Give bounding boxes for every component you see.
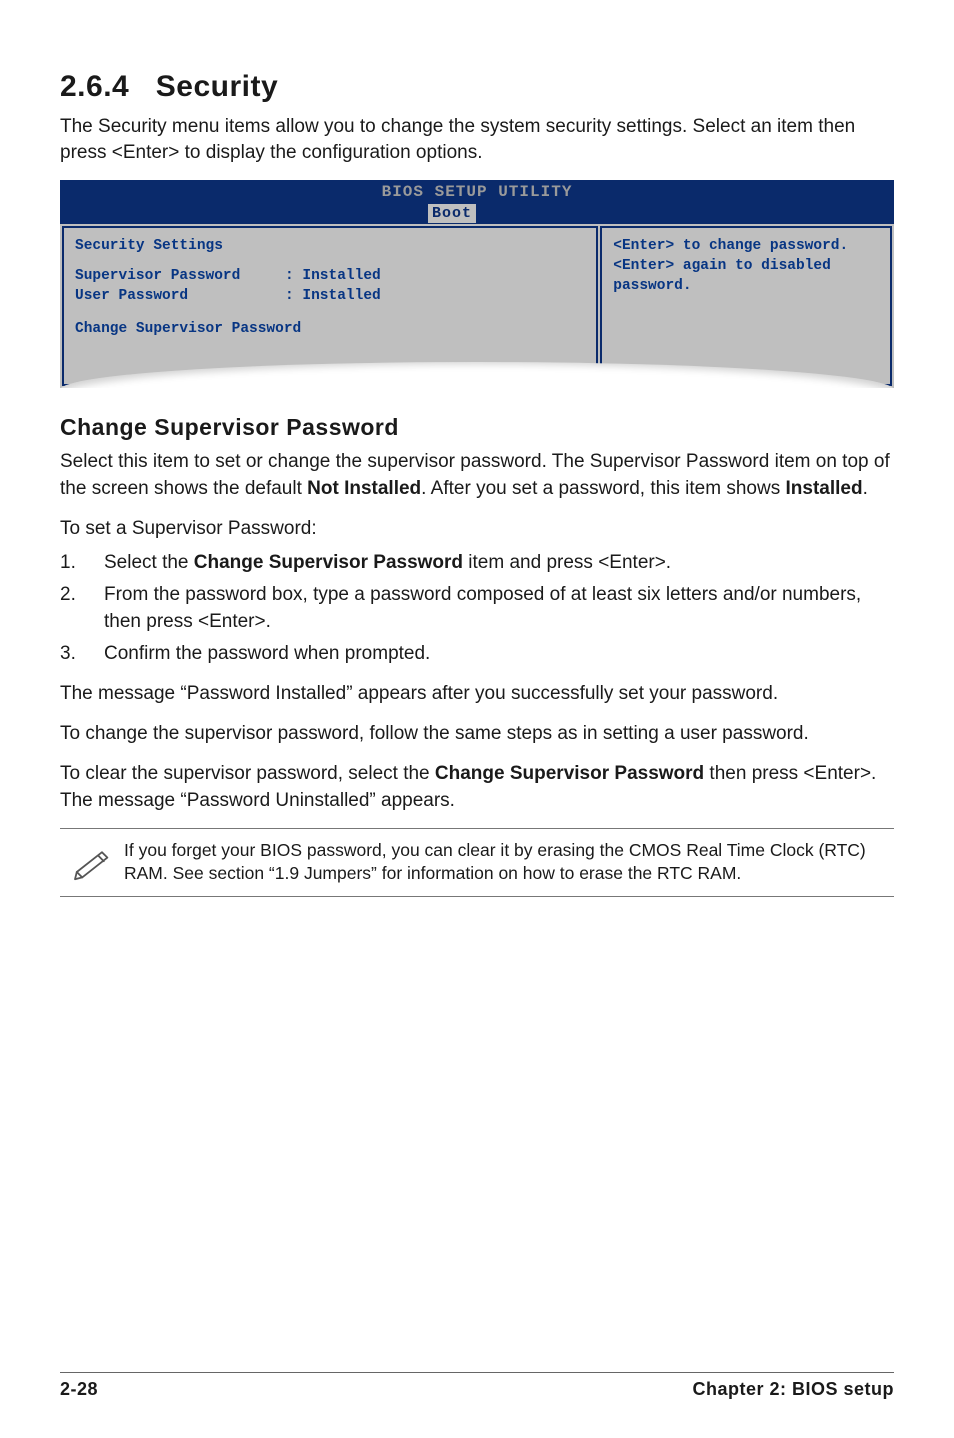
subsection-paragraph-4: To change the supervisor password, follo… <box>60 721 894 747</box>
bios-screenshot: BIOS SETUP UTILITY Boot Security Setting… <box>60 180 894 388</box>
footer-chapter: Chapter 2: BIOS setup <box>692 1379 894 1400</box>
section-number: 2.6.4 <box>60 70 129 103</box>
bios-supervisor-value: : Installed <box>285 268 381 284</box>
keyword-not-installed: Not Installed <box>307 478 421 499</box>
note-box: If you forget your BIOS password, you ca… <box>60 828 894 897</box>
text-fragment: Select the <box>104 552 194 573</box>
subsection-paragraph-2: To set a Supervisor Password: <box>60 516 894 542</box>
footer-page-number: 2-28 <box>60 1379 98 1400</box>
bios-user-value: : Installed <box>285 288 381 304</box>
bios-supervisor-label: Supervisor Password <box>75 267 285 287</box>
subsection-paragraph-1: Select this item to set or change the su… <box>60 449 894 501</box>
page-footer: 2-28 Chapter 2: BIOS setup <box>60 1372 894 1400</box>
intro-paragraph: The Security menu items allow you to cha… <box>60 114 894 166</box>
keyword-installed: Installed <box>786 478 863 499</box>
keyword-change-supervisor: Change Supervisor Password <box>435 763 704 784</box>
text-fragment: From the password box, type a password c… <box>104 584 861 631</box>
note-pencil-icon <box>62 839 124 886</box>
bios-left-heading: Security Settings <box>75 237 585 257</box>
text-fragment: . <box>863 478 868 499</box>
subsection-paragraph-5: To clear the supervisor password, select… <box>60 761 894 813</box>
bios-active-tab: Boot <box>428 204 476 223</box>
text-fragment: . After you set a password, this item sh… <box>421 478 785 499</box>
subsection-paragraph-3: The message “Password Installed” appears… <box>60 681 894 707</box>
text-fragment: item and press <Enter>. <box>463 552 671 573</box>
text-fragment: To clear the supervisor password, select… <box>60 763 435 784</box>
bios-help-line2: <Enter> again to disabled password. <box>613 257 879 296</box>
section-heading: 2.6.4 Security <box>60 70 894 104</box>
bios-help-line1: <Enter> to change password. <box>613 237 879 257</box>
list-item: 3. Confirm the password when prompted. <box>60 641 894 667</box>
bios-change-item: Change Supervisor Password <box>75 320 585 340</box>
text-fragment: Confirm the password when prompted. <box>104 643 430 664</box>
note-text: If you forget your BIOS password, you ca… <box>124 839 892 886</box>
bios-title-bar: BIOS SETUP UTILITY Boot <box>60 180 894 224</box>
steps-list: 1. Select the Change Supervisor Password… <box>60 550 894 667</box>
list-item: 2. From the password box, type a passwor… <box>60 582 894 634</box>
section-title-text: Security <box>156 70 278 103</box>
keyword-change-supervisor: Change Supervisor Password <box>194 552 463 573</box>
bios-right-panel: <Enter> to change password. <Enter> agai… <box>600 226 892 386</box>
bios-user-label: User Password <box>75 287 285 307</box>
bios-banner: BIOS SETUP UTILITY <box>382 183 573 201</box>
list-item: 1. Select the Change Supervisor Password… <box>60 550 894 576</box>
subsection-heading: Change Supervisor Password <box>60 414 894 441</box>
